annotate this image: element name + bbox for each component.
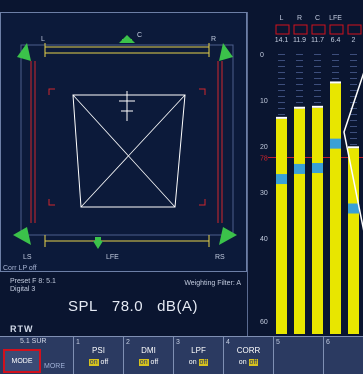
scale-label-4: 30 bbox=[260, 190, 268, 197]
scale-label-2: 20 bbox=[260, 144, 268, 151]
level-bar-3 bbox=[330, 83, 341, 334]
spl-value: 78.0 bbox=[111, 298, 144, 315]
peak-hold-1 bbox=[294, 106, 305, 109]
softkey-psi-title: PSI bbox=[92, 346, 105, 355]
corr-lp-status: Corr LP off bbox=[3, 265, 37, 272]
scale-label-3: 78 bbox=[260, 156, 268, 163]
spl-label: SPL bbox=[68, 298, 98, 315]
peak-hold-3 bbox=[330, 81, 341, 84]
level-meters: L14.1R11.9C11.7LFE6.4 20102078304060 bbox=[260, 15, 363, 335]
surround-polygon bbox=[72, 94, 186, 208]
peak-hold-0 bbox=[276, 116, 287, 119]
channel-readout-2: 11.7 bbox=[311, 37, 324, 44]
loudness-marker-0 bbox=[276, 174, 287, 185]
loudness-marker-1 bbox=[294, 163, 305, 174]
scale-label-6: 60 bbox=[260, 319, 268, 326]
level-meter-panel: L 14.1 R 11.9 C 11.7 LFE 6.4 2 0 10 20 78 30 40 60 bbox=[247, 12, 363, 336]
scale-label-5: 40 bbox=[260, 236, 268, 243]
softkey-bar: 5.1 SUR MODE MORE 1 PSI on off 2 DMI on … bbox=[0, 336, 363, 374]
label-l: L bbox=[41, 36, 45, 43]
surround-graphic: L C R LS LFE RS bbox=[13, 32, 237, 261]
speaker-c-icon bbox=[119, 35, 135, 43]
channel-readout-3: 6.4 bbox=[331, 37, 341, 44]
spl-readout: SPL 78.0 dB(A) bbox=[68, 298, 198, 315]
clip-indicator-1 bbox=[293, 24, 308, 35]
weighting-filter: Weighting Filter: A bbox=[184, 280, 241, 287]
speaker-r-icon bbox=[219, 43, 233, 61]
speaker-l-icon bbox=[17, 43, 31, 61]
level-bar-1 bbox=[294, 108, 305, 335]
mode-current: 5.1 SUR bbox=[20, 338, 47, 345]
preset-label: Preset F 8: 5.1 bbox=[10, 278, 56, 285]
rtw-logo: RTW bbox=[10, 324, 34, 334]
softkey-6[interactable]: 6 bbox=[323, 337, 363, 374]
channel-name-1: R bbox=[297, 15, 302, 22]
loudness-marker-2 bbox=[312, 163, 323, 174]
softkey-dmi-title: DMI bbox=[141, 346, 156, 355]
peak-hold-2 bbox=[312, 105, 323, 108]
channel-name-3: LFE bbox=[329, 15, 342, 22]
mode-button[interactable]: MODE bbox=[3, 349, 41, 373]
softkey-4[interactable]: 4 CORR on off bbox=[223, 337, 273, 374]
input-label: Digital 3 bbox=[10, 286, 36, 293]
peak-hold-4 bbox=[348, 146, 359, 149]
softkey-lpf-title: LPF bbox=[191, 346, 206, 355]
softkey-5[interactable]: 5 bbox=[273, 337, 323, 374]
softkey-3[interactable]: 3 LPF on off bbox=[173, 337, 223, 374]
label-lfe: LFE bbox=[106, 254, 119, 261]
scale-label-0: 0 bbox=[260, 52, 264, 59]
loudness-marker-4 bbox=[348, 203, 359, 214]
channel-name-2: C bbox=[315, 15, 320, 22]
level-bar-0 bbox=[276, 118, 287, 334]
clip-indicator-0 bbox=[275, 24, 290, 35]
softkey-1[interactable]: 1 PSI on off bbox=[73, 337, 123, 374]
scale-label-1: 10 bbox=[260, 98, 268, 105]
speaker-rs-icon bbox=[219, 227, 237, 245]
label-c: C bbox=[137, 32, 142, 39]
speaker-ls-icon bbox=[13, 227, 31, 245]
softkey-corr-title: CORR bbox=[236, 346, 261, 355]
clip-indicator-3 bbox=[329, 24, 344, 35]
surround-display: L C R LS LFE RS Corr LP off bbox=[0, 12, 247, 272]
label-rs: RS bbox=[215, 254, 225, 261]
loudness-marker-3 bbox=[330, 138, 341, 149]
speaker-lfe-icon bbox=[93, 237, 103, 249]
label-r: R bbox=[211, 36, 216, 43]
channel-name-0: L bbox=[280, 15, 284, 22]
mode-button-label: MODE bbox=[11, 358, 33, 365]
more-button[interactable]: MORE bbox=[44, 363, 65, 370]
clip-indicator-2 bbox=[311, 24, 326, 35]
channel-readout-1: 11.9 bbox=[293, 37, 306, 44]
channel-readout-4: 2 bbox=[352, 37, 356, 44]
label-ls: LS bbox=[23, 254, 32, 261]
spl-unit: dB(A) bbox=[157, 298, 198, 315]
info-panel: Preset F 8: 5.1 Digital 3 Weighting Filt… bbox=[0, 272, 247, 336]
level-bar-2 bbox=[312, 107, 323, 334]
softkey-2[interactable]: 2 DMI on off bbox=[123, 337, 173, 374]
clip-indicator-4 bbox=[347, 24, 362, 35]
channel-readout-0: 14.1 bbox=[275, 37, 289, 44]
